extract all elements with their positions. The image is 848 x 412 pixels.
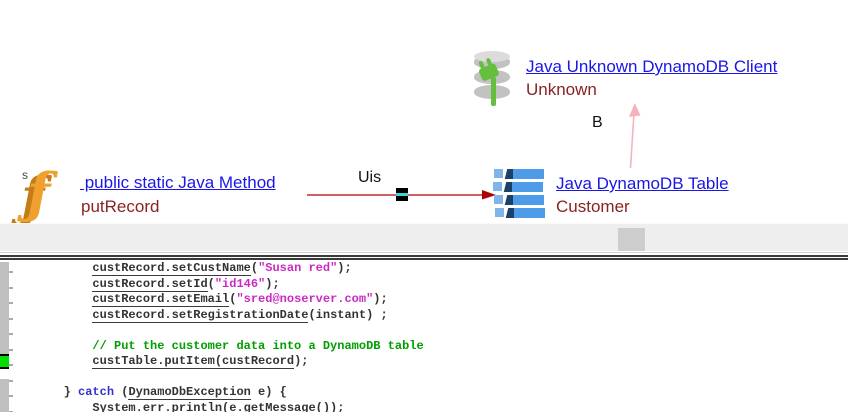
table-node-link[interactable]: Java DynamoDB Table: [556, 174, 729, 194]
code-token: // Put the customer data into a DynamoDB…: [92, 339, 423, 353]
pane-splitter[interactable]: [0, 251, 848, 260]
code-token: [6, 261, 92, 275]
client-node-link[interactable]: Java Unknown DynamoDB Client: [526, 57, 777, 77]
code-token: }: [6, 385, 78, 399]
code-line: custRecord.setId("id146");: [6, 277, 424, 293]
diagram-pane: ƒ ƒ s public static Java Method putRecor…: [0, 0, 848, 223]
table-node-subtitle: Customer: [556, 197, 630, 217]
edge-label-uis[interactable]: Uis: [358, 169, 381, 187]
code-token: [6, 292, 92, 306]
code-token: "sred@noserver.com": [236, 292, 373, 306]
code-token: [6, 354, 92, 368]
code-token: (: [208, 277, 215, 291]
code-line: custRecord.setEmail("sred@noserver.com")…: [6, 292, 424, 308]
code-link[interactable]: custRecord.setRegistrationDate: [92, 308, 308, 323]
code-link[interactable]: DynamoDbException: [128, 385, 250, 400]
diagram-hscrollbar-thumb[interactable]: [618, 228, 645, 251]
method-node-subtitle: putRecord: [81, 197, 159, 217]
code-line: } catch (DynamoDbException e) {: [6, 385, 424, 401]
code-token: (: [114, 385, 128, 399]
plug-stem: [491, 77, 496, 106]
function-glyph: ƒ: [27, 166, 50, 220]
edge-midpoint-handle[interactable]: [396, 188, 408, 201]
code-token: System.err.println(e.getMessage());: [92, 401, 344, 412]
code-link[interactable]: custRecord.setEmail: [92, 292, 229, 307]
code-token: [6, 401, 92, 412]
code-token: "Susan red": [258, 261, 337, 275]
code-token: e) {: [251, 385, 287, 399]
dynamodb-table-icon[interactable]: [494, 169, 546, 219]
code-line: // Put the customer data into a DynamoDB…: [6, 339, 424, 355]
code-token: "id146": [215, 277, 265, 291]
code-line: [6, 370, 424, 386]
code-token: );: [337, 261, 351, 275]
code-token: );: [294, 354, 308, 368]
code-token: (: [251, 261, 258, 275]
static-function-icon[interactable]: ƒ ƒ s: [20, 164, 76, 222]
method-node-link[interactable]: public static Java Method: [80, 173, 276, 193]
code-token: [6, 339, 92, 353]
code-token: );: [265, 277, 279, 291]
code-line: [6, 323, 424, 339]
code-line: custTable.putItem(custRecord);: [6, 354, 424, 370]
code-token: [6, 308, 92, 322]
edge-table-to-client-line[interactable]: [631, 113, 635, 168]
edge-label-b[interactable]: B: [592, 114, 603, 132]
code-line: custRecord.setRegistrationDate(instant) …: [6, 308, 424, 324]
code-line: System.err.println(e.getMessage());: [6, 401, 424, 412]
code-token: (instant) ;: [308, 308, 387, 322]
app-window: ƒ ƒ s public static Java Method putRecor…: [0, 0, 848, 412]
code-token: [6, 277, 92, 291]
code-lines: custRecord.setCustName("Susan red"); cus…: [6, 260, 424, 412]
code-editor-pane: custRecord.setCustName("Susan red"); cus…: [0, 260, 848, 412]
code-line: custRecord.setCustName("Susan red");: [6, 261, 424, 277]
dynamodb-client-icon[interactable]: [472, 51, 514, 109]
static-marker: s: [22, 168, 28, 182]
edge-handle-stripe: [396, 193, 408, 196]
code-token: );: [373, 292, 387, 306]
diagram-hscrollbar-track[interactable]: [0, 223, 848, 251]
code-link[interactable]: custTable.putItem(custRecord: [92, 354, 294, 369]
code-link[interactable]: custRecord.setCustName: [92, 261, 250, 276]
client-node-subtitle: Unknown: [526, 80, 597, 100]
code-token: catch: [78, 385, 114, 399]
code-link[interactable]: custRecord.setId: [92, 277, 207, 292]
edge-arrowhead-up-icon: [629, 103, 641, 117]
